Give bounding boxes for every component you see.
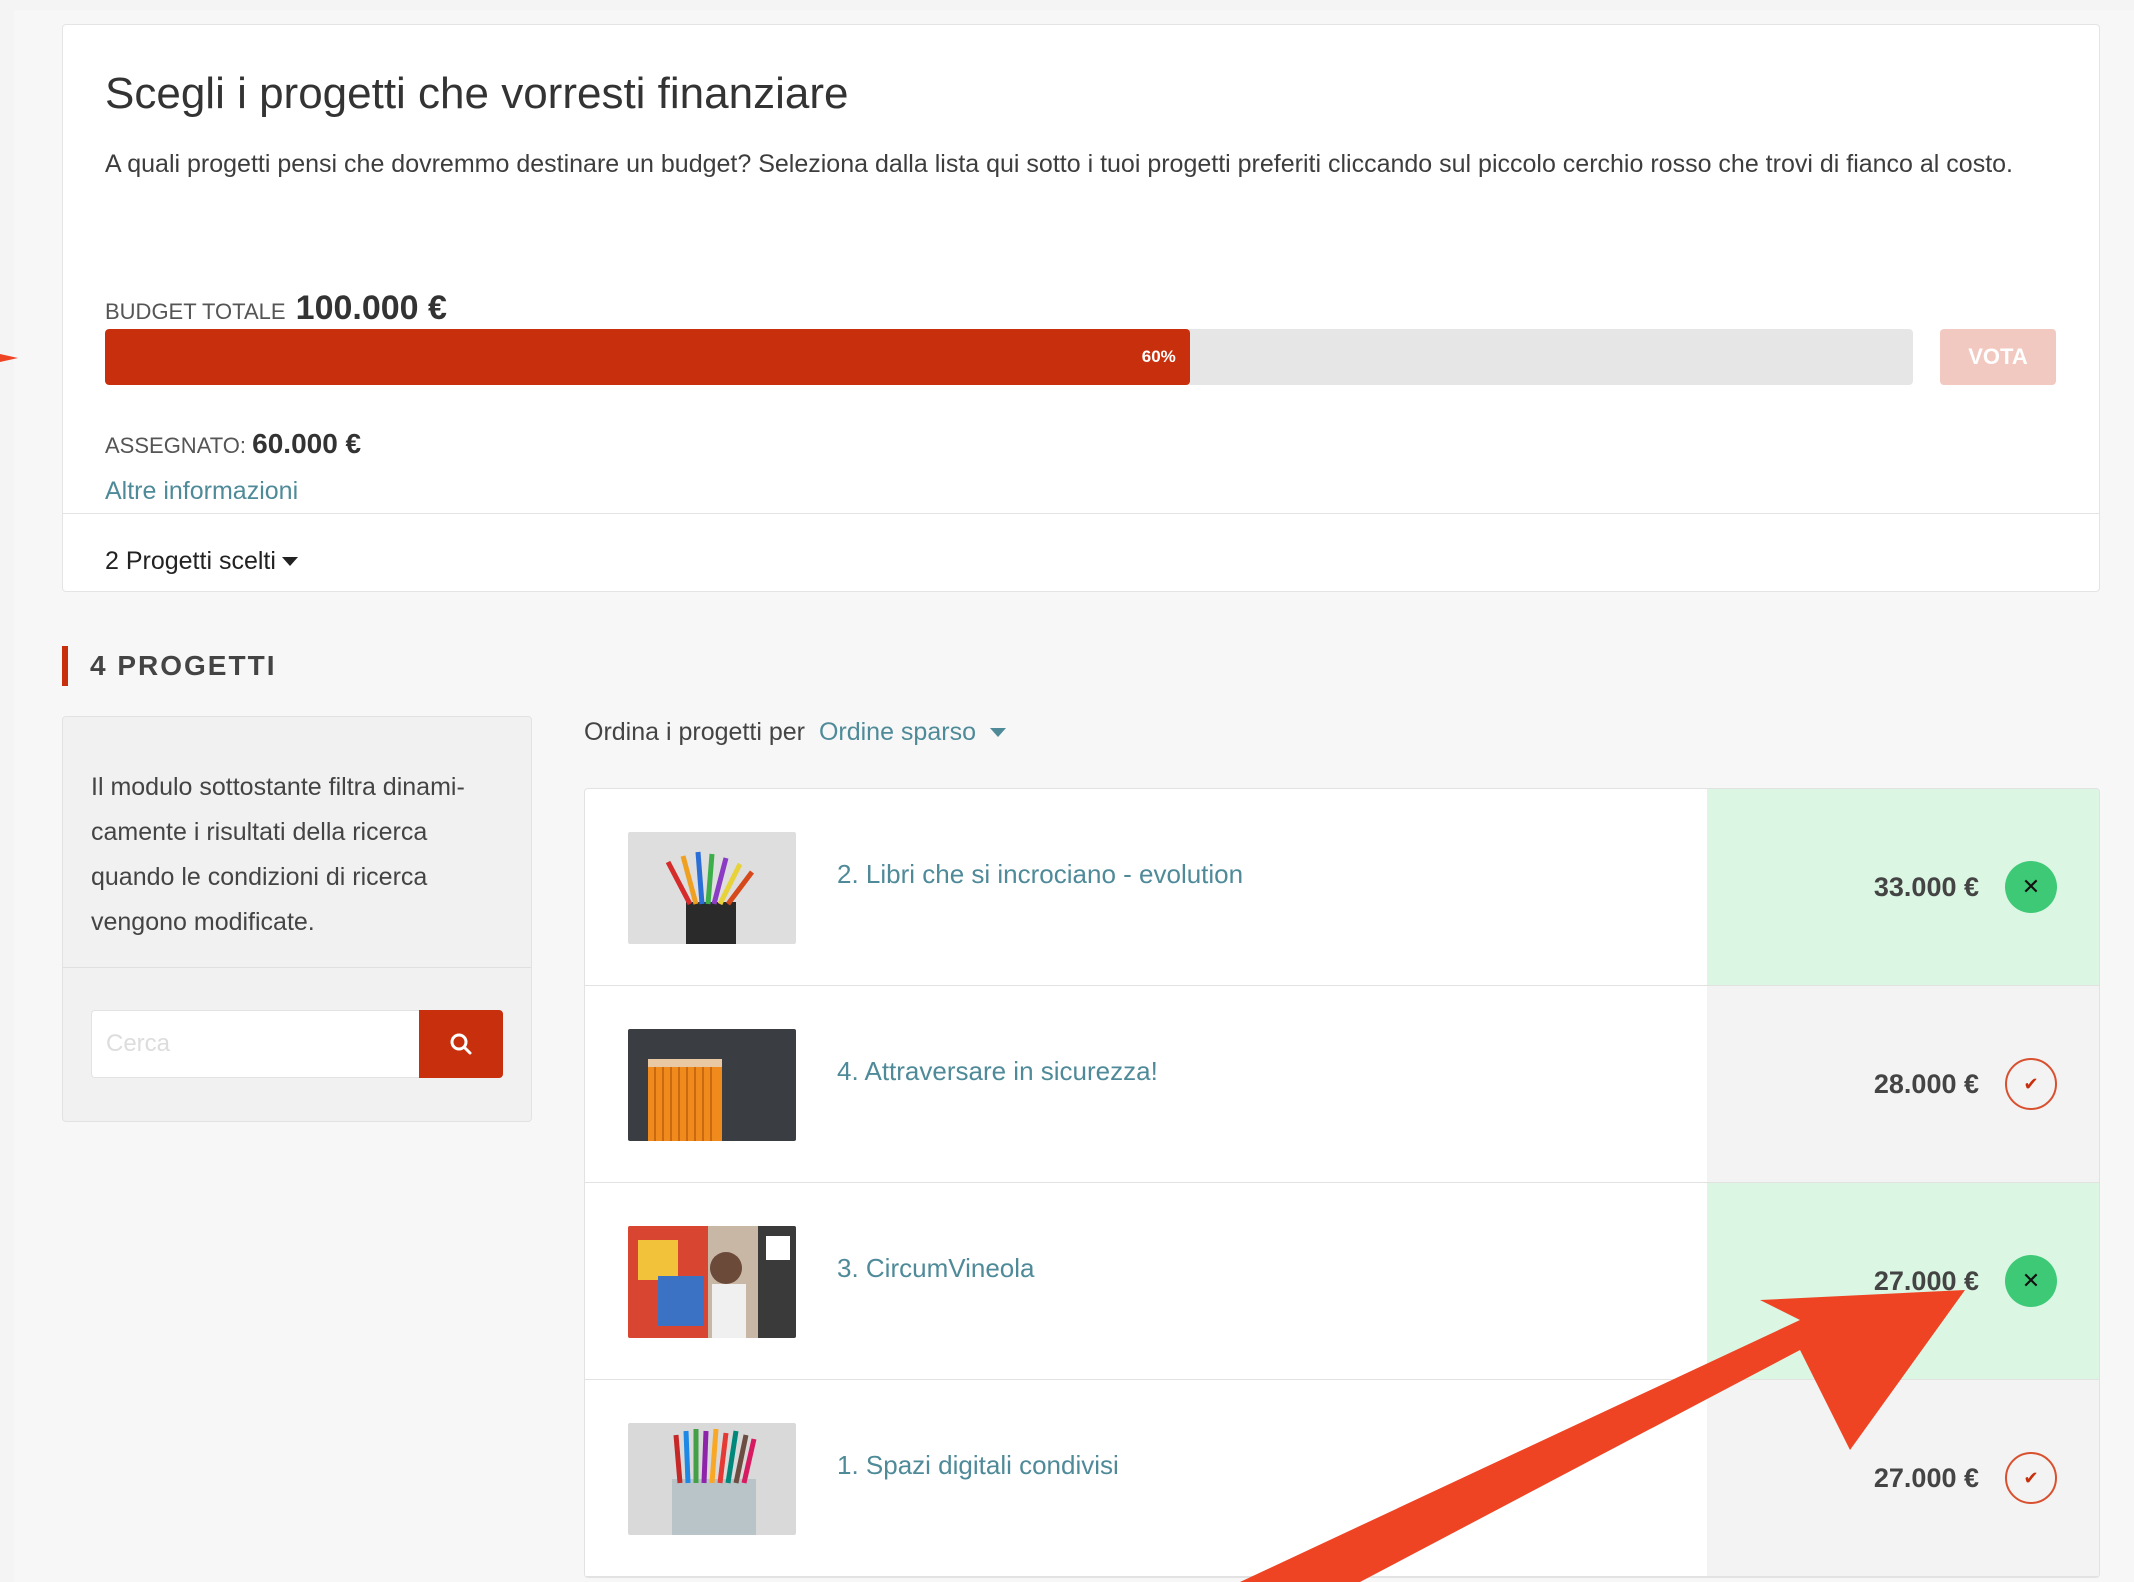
assigned-value: 60.000 € — [252, 428, 362, 459]
project-cost: 27.000 € — [1873, 1265, 1979, 1296]
check-icon: ✔ — [2023, 1073, 2039, 1094]
select-project-button[interactable]: ✔ — [2005, 1058, 2057, 1110]
select-project-button[interactable]: ✔ — [2005, 1452, 2057, 1504]
project-title-link[interactable]: 1. Spazi digitali condivisi — [837, 1450, 1119, 1481]
project-row: 4. Attraversare in sicurezza! 28.000 € ✔ — [585, 986, 2099, 1183]
project-list: 2. Libri che si incrociano - evolution 3… — [584, 788, 2100, 1578]
budget-title: Scegli i progetti che vorresti finanziar… — [105, 69, 849, 118]
close-icon: ✕ — [2021, 1268, 2041, 1293]
project-row: 1. Spazi digitali condivisi 27.000 € ✔ — [585, 1380, 2099, 1577]
assigned-amount: Assegnato: 60.000 € — [105, 428, 361, 460]
assigned-label: Assegnato: — [105, 433, 247, 458]
project-row: 3. CircumVineola 27.000 € ✕ — [585, 1183, 2099, 1380]
project-main: 1. Spazi digitali condivisi — [585, 1380, 1708, 1576]
chosen-projects-toggle[interactable]: 2 Progetti scelti — [105, 547, 298, 576]
sort-value: Ordine sparso — [818, 718, 976, 746]
project-thumbnail[interactable] — [628, 1423, 796, 1535]
project-title-link[interactable]: 3. CircumVineola — [837, 1253, 1035, 1284]
project-cost: 33.000 € — [1873, 871, 1979, 902]
budget-total: Budget totale 100.000 € — [105, 289, 447, 328]
project-main: 2. Libri che si incrociano - evolution — [585, 789, 1708, 985]
remove-project-button[interactable]: ✕ — [2005, 1255, 2057, 1307]
more-info-link[interactable]: Altre informazioni — [105, 477, 298, 506]
search-button[interactable] — [419, 1010, 503, 1078]
filter-description: Il modulo sottostante filtra dinami-came… — [91, 773, 465, 936]
project-title-link[interactable]: 2. Libri che si incrociano - evolution — [837, 859, 1243, 890]
chosen-projects-label: 2 Progetti scelti — [105, 547, 276, 575]
project-cost-panel: 28.000 € ✔ — [1707, 986, 2099, 1182]
project-main: 3. CircumVineola — [585, 1183, 1708, 1379]
project-cost-panel: 33.000 € ✕ — [1707, 789, 2099, 985]
vote-button[interactable]: Vota — [1940, 329, 2056, 385]
annotation-arrow-left — [0, 354, 18, 362]
close-icon: ✕ — [2021, 874, 2041, 899]
project-cost-panel: 27.000 € ✕ — [1707, 1183, 2099, 1379]
project-cost: 28.000 € — [1873, 1068, 1979, 1099]
caret-down-icon — [281, 557, 298, 566]
project-cost-panel: 27.000 € ✔ — [1707, 1380, 2099, 1576]
budget-card: Scegli i progetti che vorresti finanziar… — [62, 24, 2100, 592]
project-thumbnail[interactable] — [628, 1029, 796, 1141]
caret-down-icon — [989, 728, 1006, 737]
project-title-link[interactable]: 4. Attraversare in sicurezza! — [837, 1056, 1158, 1087]
search-icon — [450, 1033, 472, 1055]
search-input[interactable] — [91, 1010, 419, 1078]
sort-label: Ordina i progetti per — [584, 718, 805, 746]
budget-progress-bar: 60% — [105, 329, 1913, 385]
budget-description: A quali progetti pensi che dovremmo dest… — [105, 150, 2014, 178]
sort-row: Ordina i progetti per Ordine sparso — [584, 718, 1006, 747]
filter-panel: Il modulo sottostante filtra dinami-came… — [62, 716, 532, 1122]
filter-divider — [63, 967, 531, 968]
budget-total-label: Budget totale — [105, 299, 286, 324]
sort-dropdown[interactable]: Ordine sparso — [819, 718, 1006, 747]
card-divider — [63, 513, 2099, 514]
budget-progress-percent: 60% — [1141, 347, 1176, 366]
project-main: 4. Attraversare in sicurezza! — [585, 986, 1708, 1182]
project-thumbnail[interactable] — [628, 1226, 796, 1338]
budget-total-value: 100.000 € — [295, 289, 447, 327]
project-thumbnail[interactable] — [628, 832, 796, 944]
budget-progress-fill: 60% — [105, 329, 1190, 385]
check-icon: ✔ — [2023, 1467, 2039, 1488]
project-row: 2. Libri che si incrociano - evolution 3… — [585, 789, 2099, 986]
remove-project-button[interactable]: ✕ — [2005, 861, 2057, 913]
project-cost: 27.000 € — [1873, 1462, 1979, 1493]
projects-section-heading: 4 PROGETTI — [62, 646, 276, 686]
